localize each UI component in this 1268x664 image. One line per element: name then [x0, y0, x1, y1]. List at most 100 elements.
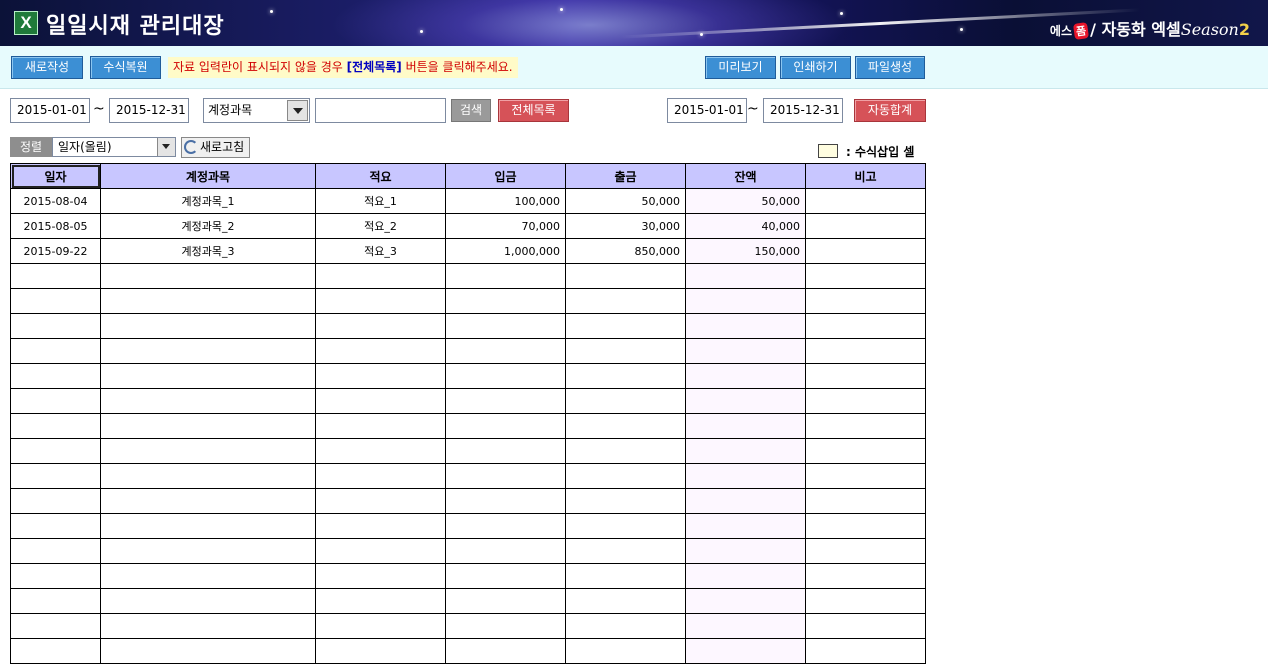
withdrawal-cell[interactable] — [565, 438, 686, 464]
deposit-cell[interactable] — [445, 388, 566, 414]
description-cell[interactable] — [315, 488, 446, 514]
deposit-cell[interactable] — [445, 413, 566, 439]
deposit-cell[interactable] — [445, 563, 566, 589]
header-description[interactable]: 적요 — [315, 163, 446, 189]
account-cell[interactable] — [100, 363, 316, 389]
account-cell[interactable] — [100, 588, 316, 614]
date-cell[interactable] — [10, 613, 101, 639]
description-cell[interactable]: 적요_1 — [315, 188, 446, 214]
withdrawal-cell[interactable] — [565, 563, 686, 589]
remarks-cell[interactable] — [805, 413, 926, 439]
refresh-button[interactable]: 새로고침 — [181, 137, 250, 158]
print-button[interactable]: 인쇄하기 — [780, 56, 851, 79]
account-cell[interactable] — [100, 338, 316, 364]
balance-cell[interactable] — [685, 613, 806, 639]
withdrawal-cell[interactable] — [565, 263, 686, 289]
withdrawal-cell[interactable] — [565, 638, 686, 664]
description-cell[interactable] — [315, 438, 446, 464]
description-cell[interactable] — [315, 388, 446, 414]
remarks-cell[interactable] — [805, 188, 926, 214]
search-input[interactable] — [315, 98, 446, 123]
account-cell[interactable] — [100, 488, 316, 514]
date-cell[interactable] — [10, 438, 101, 464]
deposit-cell[interactable] — [445, 263, 566, 289]
remarks-cell[interactable] — [805, 388, 926, 414]
deposit-cell[interactable] — [445, 338, 566, 364]
balance-cell[interactable] — [685, 363, 806, 389]
deposit-cell[interactable] — [445, 363, 566, 389]
sum-start-date-field[interactable]: 2015-01-01 — [667, 98, 747, 123]
description-cell[interactable] — [315, 613, 446, 639]
date-cell[interactable] — [10, 463, 101, 489]
withdrawal-cell[interactable] — [565, 388, 686, 414]
description-cell[interactable] — [315, 538, 446, 564]
remarks-cell[interactable] — [805, 513, 926, 539]
withdrawal-cell[interactable] — [565, 413, 686, 439]
withdrawal-cell[interactable] — [565, 588, 686, 614]
deposit-cell[interactable] — [445, 513, 566, 539]
header-withdrawal[interactable]: 출금 — [565, 163, 686, 189]
account-cell[interactable]: 계정과목_2 — [100, 213, 316, 239]
account-cell[interactable] — [100, 263, 316, 289]
date-cell[interactable] — [10, 288, 101, 314]
header-balance[interactable]: 잔액 — [685, 163, 806, 189]
remarks-cell[interactable] — [805, 238, 926, 264]
account-cell[interactable] — [100, 313, 316, 339]
end-date-field[interactable]: 2015-12-31 — [109, 98, 189, 123]
date-cell[interactable]: 2015-09-22 — [10, 238, 101, 264]
balance-cell[interactable]: 50,000 — [685, 188, 806, 214]
balance-cell[interactable] — [685, 563, 806, 589]
balance-cell[interactable] — [685, 588, 806, 614]
date-cell[interactable] — [10, 388, 101, 414]
withdrawal-cell[interactable] — [565, 513, 686, 539]
date-cell[interactable]: 2015-08-04 — [10, 188, 101, 214]
withdrawal-cell[interactable]: 850,000 — [565, 238, 686, 264]
account-cell[interactable]: 계정과목_3 — [100, 238, 316, 264]
balance-cell[interactable] — [685, 288, 806, 314]
deposit-cell[interactable] — [445, 313, 566, 339]
date-cell[interactable] — [10, 513, 101, 539]
account-cell[interactable] — [100, 288, 316, 314]
description-cell[interactable] — [315, 588, 446, 614]
description-cell[interactable] — [315, 338, 446, 364]
header-deposit[interactable]: 입금 — [445, 163, 566, 189]
description-cell[interactable] — [315, 313, 446, 339]
withdrawal-cell[interactable] — [565, 613, 686, 639]
account-cell[interactable] — [100, 388, 316, 414]
balance-cell[interactable] — [685, 513, 806, 539]
remarks-cell[interactable] — [805, 288, 926, 314]
deposit-cell[interactable] — [445, 588, 566, 614]
withdrawal-cell[interactable] — [565, 463, 686, 489]
search-field-select[interactable]: 계정과목 — [203, 98, 310, 123]
balance-cell[interactable] — [685, 638, 806, 664]
withdrawal-cell[interactable] — [565, 288, 686, 314]
description-cell[interactable] — [315, 463, 446, 489]
remarks-cell[interactable] — [805, 488, 926, 514]
chevron-down-icon[interactable] — [287, 100, 308, 121]
account-cell[interactable] — [100, 513, 316, 539]
account-cell[interactable] — [100, 613, 316, 639]
remarks-cell[interactable] — [805, 313, 926, 339]
description-cell[interactable] — [315, 638, 446, 664]
balance-cell[interactable] — [685, 438, 806, 464]
withdrawal-cell[interactable]: 50,000 — [565, 188, 686, 214]
date-cell[interactable] — [10, 413, 101, 439]
description-cell[interactable] — [315, 263, 446, 289]
remarks-cell[interactable] — [805, 438, 926, 464]
start-date-field[interactable]: 2015-01-01 — [10, 98, 90, 123]
preview-button[interactable]: 미리보기 — [705, 56, 776, 79]
deposit-cell[interactable] — [445, 488, 566, 514]
date-cell[interactable] — [10, 313, 101, 339]
balance-cell[interactable]: 150,000 — [685, 238, 806, 264]
header-account[interactable]: 계정과목 — [100, 163, 316, 189]
date-cell[interactable] — [10, 363, 101, 389]
deposit-cell[interactable] — [445, 438, 566, 464]
withdrawal-cell[interactable] — [565, 488, 686, 514]
remarks-cell[interactable] — [805, 338, 926, 364]
chevron-down-icon[interactable] — [157, 138, 175, 156]
withdrawal-cell[interactable]: 30,000 — [565, 213, 686, 239]
balance-cell[interactable] — [685, 313, 806, 339]
remarks-cell[interactable] — [805, 213, 926, 239]
remarks-cell[interactable] — [805, 638, 926, 664]
show-all-button[interactable]: 전체목록 — [498, 99, 569, 122]
